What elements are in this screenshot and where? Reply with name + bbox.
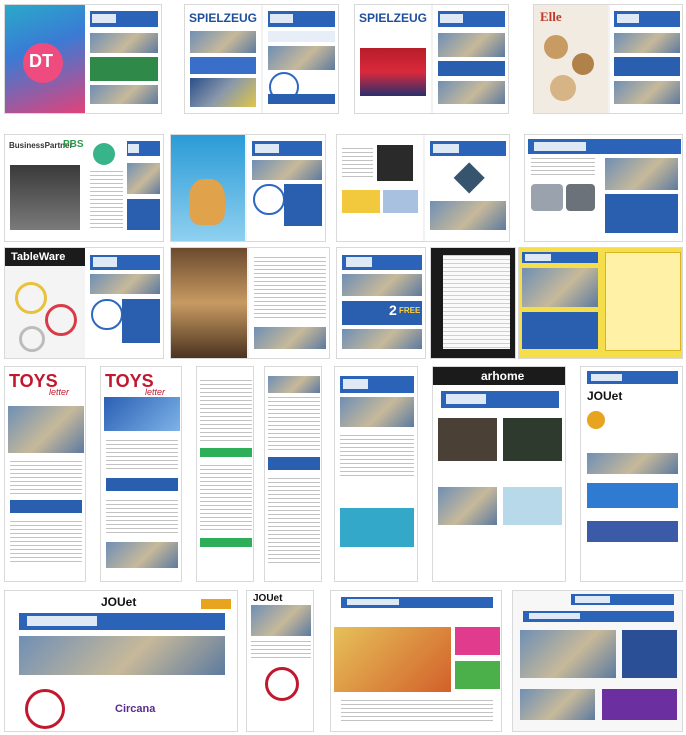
tile-web-kids[interactable] [330, 590, 502, 732]
spielzeug-logo: SPIELZEUG [189, 11, 258, 25]
tile-jouet-wide[interactable]: JOUet Circana [4, 590, 238, 732]
circana-logo: Circana [115, 703, 156, 715]
tile-business-partner[interactable]: BusinessPartner PBS [4, 134, 164, 242]
jouet-logo: JOUet [101, 595, 137, 609]
text-page [249, 248, 329, 358]
magazine-page: Elle [534, 5, 608, 113]
spielzeug-logo: SPIELZEUG [359, 11, 428, 25]
tile-gifts-blue[interactable] [170, 134, 326, 242]
magazine-spread [525, 135, 682, 241]
newsletter-page [265, 367, 321, 581]
tile-spielzeug-2[interactable]: SPIELZEUG [354, 4, 509, 114]
newsletter-page [335, 367, 417, 581]
jouet-logo: JOUet [587, 389, 623, 403]
dt-logo: DT [29, 51, 53, 71]
tile-tableware[interactable]: TableWare [4, 247, 164, 359]
tile-jouet-1[interactable]: JOUet [580, 366, 683, 582]
elle-logo: Elle [540, 9, 562, 24]
ad-page [85, 248, 163, 358]
ad-page [247, 135, 325, 241]
website-page [331, 591, 501, 731]
magazine-page: SPIELZEUG [355, 5, 431, 113]
ad-page [85, 135, 163, 241]
tile-spielzeug-1[interactable]: SPIELZEUG [184, 4, 339, 114]
tile-arhome[interactable]: arhome [432, 366, 566, 582]
tile-gifts-free[interactable]: 2 FREE [336, 247, 426, 359]
ad-page [610, 5, 682, 113]
ad-spread [519, 248, 682, 358]
tile-newsletter-2[interactable] [264, 366, 322, 582]
magazine-page [431, 248, 515, 358]
tile-toys-1[interactable]: TOYS letter [4, 366, 86, 582]
tile-interior-feature[interactable] [170, 247, 330, 359]
ad-page [425, 135, 509, 241]
jouet-logo: JOUet [253, 593, 283, 604]
newsletter-page: JOUet [581, 367, 682, 581]
tile-web-news[interactable] [512, 590, 683, 732]
website-page [513, 591, 682, 731]
toys-sub: letter [49, 387, 70, 397]
tile-gifts-small[interactable] [336, 134, 510, 242]
mobile-page: JOUet [247, 591, 313, 731]
arhome-logo: arhome [481, 369, 525, 383]
ad-page [433, 5, 508, 113]
tile-japanese-ad[interactable] [518, 247, 683, 359]
newsletter-page: arhome [433, 367, 565, 581]
free-badge-text: FREE [399, 306, 421, 315]
magazine-page: TableWare [5, 248, 85, 358]
tile-jouet-mobile[interactable]: JOUet [246, 590, 314, 732]
tile-gifts-kitchen[interactable] [524, 134, 683, 242]
tile-dt-magazine[interactable]: DT [4, 4, 162, 114]
newsletter-page: TOYS letter [101, 367, 181, 581]
magazine-cover: DT [5, 5, 85, 113]
toys-sub: letter [145, 387, 166, 397]
tile-newsletter-3[interactable] [334, 366, 418, 582]
ad-page [85, 5, 161, 113]
website-page: JOUet Circana [5, 591, 237, 731]
tableware-logo: TableWare [11, 251, 66, 263]
magazine-page: BusinessPartner PBS [5, 135, 85, 241]
magazine-page [171, 135, 245, 241]
newsletter-page: TOYS letter [5, 367, 85, 581]
pbs-badge: PBS [63, 139, 84, 150]
magazine-page [337, 135, 423, 241]
tile-newsletter-1[interactable] [196, 366, 254, 582]
tile-elle[interactable]: Elle [533, 4, 683, 114]
ad-page [263, 5, 338, 113]
ad-page: 2 FREE [337, 248, 425, 358]
magazine-page: SPIELZEUG [185, 5, 261, 113]
newsletter-page [197, 367, 253, 581]
magazine-page [171, 248, 247, 358]
free-badge-number: 2 [389, 302, 397, 318]
tile-toys-2[interactable]: TOYS letter [100, 366, 182, 582]
tile-text-dark[interactable] [430, 247, 516, 359]
